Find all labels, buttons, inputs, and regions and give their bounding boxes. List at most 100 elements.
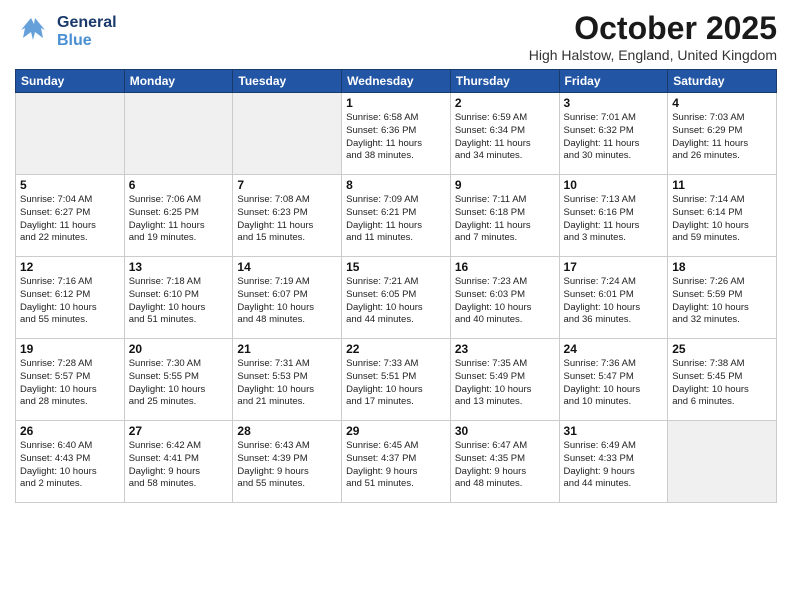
calendar-cell: 21Sunrise: 7:31 AM Sunset: 5:53 PM Dayli… <box>233 339 342 421</box>
day-info: Sunrise: 7:24 AM Sunset: 6:01 PM Dayligh… <box>564 276 664 327</box>
calendar-cell: 13 Sunrise: 7:18 AM Sunset: 6:10 PM Dayli… <box>124 257 233 339</box>
day-number: 31 <box>564 424 664 438</box>
day-info: Sunrise: 7:16 AM Sunset: 6:12 PM Dayligh… <box>20 276 120 327</box>
calendar-cell: 16 Sunrise: 7:23 AM Sunset: 6:03 PM Dayli… <box>450 257 559 339</box>
day-number: 16 <box>455 260 555 274</box>
header-tuesday: Tuesday <box>233 70 342 93</box>
calendar-cell: 15 Sunrise: 7:21 AM Sunset: 6:05 PM Dayli… <box>342 257 451 339</box>
header-friday: Friday <box>559 70 668 93</box>
day-number: 2 <box>455 96 555 110</box>
day-number: 4 <box>672 96 772 110</box>
calendar-cell: 2 Sunrise: 6:59 AM Sunset: 6:34 PM Daylig… <box>450 93 559 175</box>
day-number: 27 <box>129 424 229 438</box>
day-number: 6 <box>129 178 229 192</box>
month-title: October 2025 <box>529 10 777 47</box>
day-number: 24 <box>564 342 664 356</box>
calendar-cell: 19 Sunrise: 7:28 AM Sunset: 5:57 PM Dayli… <box>16 339 125 421</box>
day-number: 15 <box>346 260 446 274</box>
calendar-cell: 31 Sunrise: 6:49 AM Sunset: 4:33 PM Dayli… <box>559 421 668 503</box>
day-info: Sunrise: 6:42 AM Sunset: 4:41 PM Dayligh… <box>129 440 229 491</box>
calendar-cell <box>233 93 342 175</box>
day-info: Sunrise: 7:13 AM Sunset: 6:16 PM Dayligh… <box>564 194 664 245</box>
logo-icon <box>15 10 53 53</box>
day-info: Sunrise: 7:31 AM Sunset: 5:53 PM Dayligh… <box>237 358 337 409</box>
day-number: 20 <box>129 342 229 356</box>
day-number: 17 <box>564 260 664 274</box>
day-number: 1 <box>346 96 446 110</box>
header: General Blue October 2025 High Halstow, … <box>15 10 777 63</box>
calendar-cell: 24 Sunrise: 7:36 AM Sunset: 5:47 PM Dayli… <box>559 339 668 421</box>
day-info: Sunrise: 7:19 AM Sunset: 6:07 PM Dayligh… <box>237 276 337 327</box>
page: General Blue October 2025 High Halstow, … <box>0 0 792 612</box>
day-number: 11 <box>672 178 772 192</box>
day-number: 8 <box>346 178 446 192</box>
day-number: 29 <box>346 424 446 438</box>
day-number: 10 <box>564 178 664 192</box>
day-number: 19 <box>20 342 120 356</box>
day-number: 12 <box>20 260 120 274</box>
day-number: 28 <box>237 424 337 438</box>
day-info: Sunrise: 7:08 AM Sunset: 6:23 PM Dayligh… <box>237 194 337 245</box>
calendar-cell: 27 Sunrise: 6:42 AM Sunset: 4:41 PM Dayli… <box>124 421 233 503</box>
day-number: 9 <box>455 178 555 192</box>
day-number: 7 <box>237 178 337 192</box>
day-info: Sunrise: 6:59 AM Sunset: 6:34 PM Dayligh… <box>455 112 555 163</box>
day-info: Sunrise: 6:58 AM Sunset: 6:36 PM Dayligh… <box>346 112 446 163</box>
day-info: Sunrise: 7:18 AM Sunset: 6:10 PM Dayligh… <box>129 276 229 327</box>
calendar-cell: 5Sunrise: 7:04 AM Sunset: 6:27 PM Daylig… <box>16 175 125 257</box>
day-info: Sunrise: 7:30 AM Sunset: 5:55 PM Dayligh… <box>129 358 229 409</box>
day-info: Sunrise: 7:03 AM Sunset: 6:29 PM Dayligh… <box>672 112 772 163</box>
day-info: Sunrise: 7:01 AM Sunset: 6:32 PM Dayligh… <box>564 112 664 163</box>
calendar-cell: 29 Sunrise: 6:45 AM Sunset: 4:37 PM Dayli… <box>342 421 451 503</box>
day-info: Sunrise: 7:36 AM Sunset: 5:47 PM Dayligh… <box>564 358 664 409</box>
day-number: 30 <box>455 424 555 438</box>
logo-general: General <box>57 14 117 32</box>
day-info: Sunrise: 7:35 AM Sunset: 5:49 PM Dayligh… <box>455 358 555 409</box>
day-info: Sunrise: 7:38 AM Sunset: 5:45 PM Dayligh… <box>672 358 772 409</box>
day-info: Sunrise: 6:45 AM Sunset: 4:37 PM Dayligh… <box>346 440 446 491</box>
calendar-cell: 10 Sunrise: 7:13 AM Sunset: 6:16 PM Dayli… <box>559 175 668 257</box>
day-info: Sunrise: 7:33 AM Sunset: 5:51 PM Dayligh… <box>346 358 446 409</box>
calendar-week-2: 5Sunrise: 7:04 AM Sunset: 6:27 PM Daylig… <box>16 175 777 257</box>
calendar-week-5: 26 Sunrise: 6:40 AM Sunset: 4:43 PM Dayli… <box>16 421 777 503</box>
day-info: Sunrise: 7:06 AM Sunset: 6:25 PM Dayligh… <box>129 194 229 245</box>
day-info: Sunrise: 6:49 AM Sunset: 4:33 PM Dayligh… <box>564 440 664 491</box>
calendar-cell: 22Sunrise: 7:33 AM Sunset: 5:51 PM Dayli… <box>342 339 451 421</box>
calendar-cell <box>16 93 125 175</box>
header-monday: Monday <box>124 70 233 93</box>
calendar-cell: 30Sunrise: 6:47 AM Sunset: 4:35 PM Dayli… <box>450 421 559 503</box>
logo-blue: Blue <box>57 32 117 50</box>
calendar-cell: 12 Sunrise: 7:16 AM Sunset: 6:12 PM Dayli… <box>16 257 125 339</box>
logo: General Blue <box>15 10 117 53</box>
calendar-cell: 28 Sunrise: 6:43 AM Sunset: 4:39 PM Dayli… <box>233 421 342 503</box>
calendar-cell: 26 Sunrise: 6:40 AM Sunset: 4:43 PM Dayli… <box>16 421 125 503</box>
day-number: 26 <box>20 424 120 438</box>
calendar-cell <box>668 421 777 503</box>
day-info: Sunrise: 7:21 AM Sunset: 6:05 PM Dayligh… <box>346 276 446 327</box>
day-info: Sunrise: 6:43 AM Sunset: 4:39 PM Dayligh… <box>237 440 337 491</box>
calendar-cell: 17 Sunrise: 7:24 AM Sunset: 6:01 PM Dayli… <box>559 257 668 339</box>
weekday-header-row: Sunday Monday Tuesday Wednesday Thursday… <box>16 70 777 93</box>
calendar: Sunday Monday Tuesday Wednesday Thursday… <box>15 69 777 503</box>
calendar-cell: 23 Sunrise: 7:35 AM Sunset: 5:49 PM Dayli… <box>450 339 559 421</box>
calendar-cell: 8Sunrise: 7:09 AM Sunset: 6:21 PM Daylig… <box>342 175 451 257</box>
day-info: Sunrise: 7:04 AM Sunset: 6:27 PM Dayligh… <box>20 194 120 245</box>
day-number: 23 <box>455 342 555 356</box>
day-number: 13 <box>129 260 229 274</box>
header-saturday: Saturday <box>668 70 777 93</box>
day-info: Sunrise: 6:40 AM Sunset: 4:43 PM Dayligh… <box>20 440 120 491</box>
day-number: 25 <box>672 342 772 356</box>
day-info: Sunrise: 7:23 AM Sunset: 6:03 PM Dayligh… <box>455 276 555 327</box>
header-sunday: Sunday <box>16 70 125 93</box>
header-wednesday: Wednesday <box>342 70 451 93</box>
day-info: Sunrise: 7:14 AM Sunset: 6:14 PM Dayligh… <box>672 194 772 245</box>
calendar-cell: 3Sunrise: 7:01 AM Sunset: 6:32 PM Daylig… <box>559 93 668 175</box>
day-info: Sunrise: 7:26 AM Sunset: 5:59 PM Dayligh… <box>672 276 772 327</box>
logo-text: General Blue <box>57 14 117 49</box>
calendar-cell <box>124 93 233 175</box>
calendar-week-4: 19 Sunrise: 7:28 AM Sunset: 5:57 PM Dayli… <box>16 339 777 421</box>
calendar-cell: 1 Sunrise: 6:58 AM Sunset: 6:36 PM Daylig… <box>342 93 451 175</box>
calendar-cell: 11 Sunrise: 7:14 AM Sunset: 6:14 PM Dayli… <box>668 175 777 257</box>
day-info: Sunrise: 7:28 AM Sunset: 5:57 PM Dayligh… <box>20 358 120 409</box>
calendar-week-1: 1 Sunrise: 6:58 AM Sunset: 6:36 PM Daylig… <box>16 93 777 175</box>
